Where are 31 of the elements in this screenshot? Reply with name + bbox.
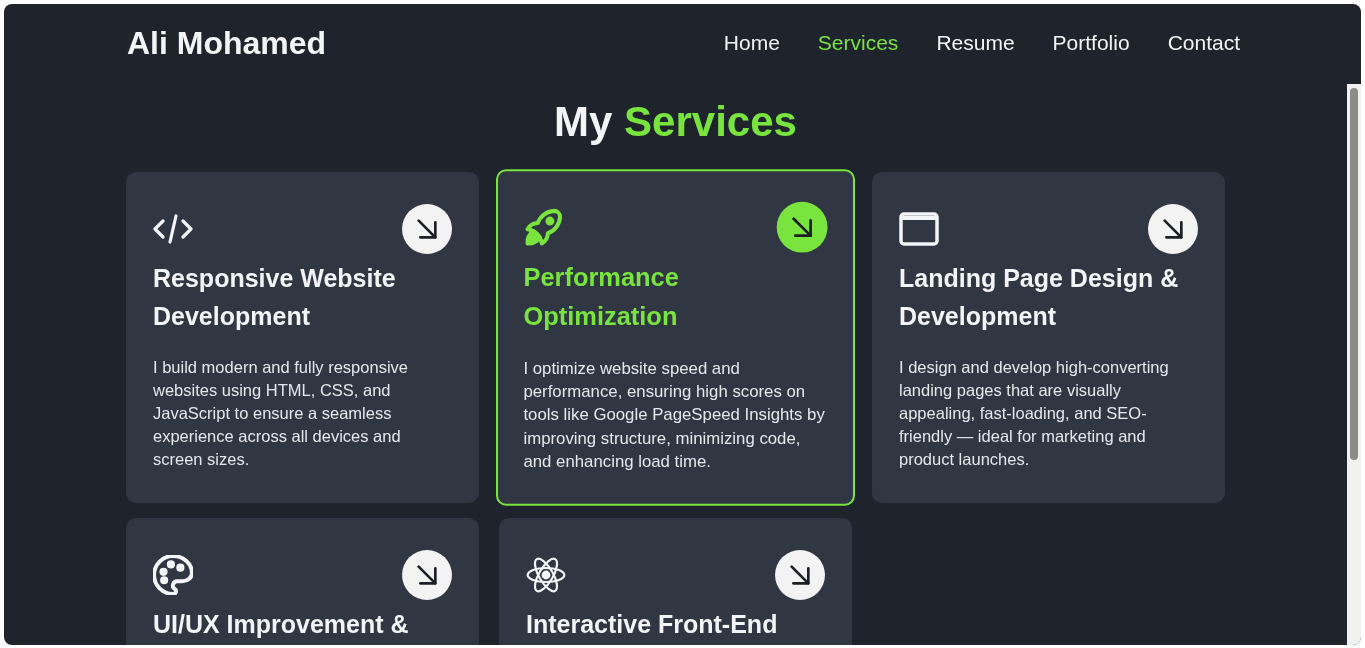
card-title: UI/UX Improvement &	[153, 609, 410, 640]
scrollbar-track[interactable]	[1347, 84, 1361, 645]
card-description: I optimize website speed and performance, ensuring high scores on tools like Google PageSpeed Insights by improving structure, minimizing code, and enhancing load time.	[523, 357, 826, 473]
nav-link[interactable]: Portfolio	[1052, 29, 1130, 57]
card-title: Responsive Website Development	[153, 263, 397, 332]
atom-icon	[526, 555, 566, 595]
arrow-down-right-icon	[791, 217, 813, 238]
nav-link[interactable]: Services	[817, 29, 899, 57]
arrow-down-right-icon	[790, 565, 810, 585]
card-title: Interactive Front-End	[526, 609, 779, 640]
logo-text: Ali Mohamed	[127, 24, 327, 63]
window-icon	[899, 212, 939, 246]
nav-link[interactable]: Resume	[936, 29, 1015, 57]
arrow-down-right-icon	[1163, 219, 1183, 239]
card-description: I build modern and fully responsive websites using HTML, CSS, and JavaScript to ensure a seamless experience across all devices and screen sizes.	[153, 357, 409, 470]
arrow-button[interactable]	[1148, 204, 1198, 254]
section-title: My Services	[554, 98, 797, 146]
palette-icon	[153, 555, 193, 595]
arrow-down-right-icon	[417, 565, 437, 585]
code-icon	[153, 213, 193, 245]
arrow-button[interactable]	[402, 550, 452, 600]
arrow-button[interactable]	[402, 204, 452, 254]
card-title: Landing Page Design & Development	[899, 263, 1180, 332]
arrow-down-right-icon	[417, 219, 437, 239]
nav-link[interactable]: Contact	[1167, 29, 1240, 57]
scrollbar-thumb[interactable]	[1350, 88, 1358, 460]
arrow-button[interactable]	[775, 550, 825, 600]
rocket-icon	[523, 206, 565, 248]
nav-link[interactable]: Home	[723, 29, 780, 57]
card-description: I design and develop high-converting landing pages that are visually appealing, fast-loading, and SEO-friendly — ideal for marketing and product launches.	[899, 357, 1170, 470]
card-title: Performance Optimization	[523, 261, 680, 332]
